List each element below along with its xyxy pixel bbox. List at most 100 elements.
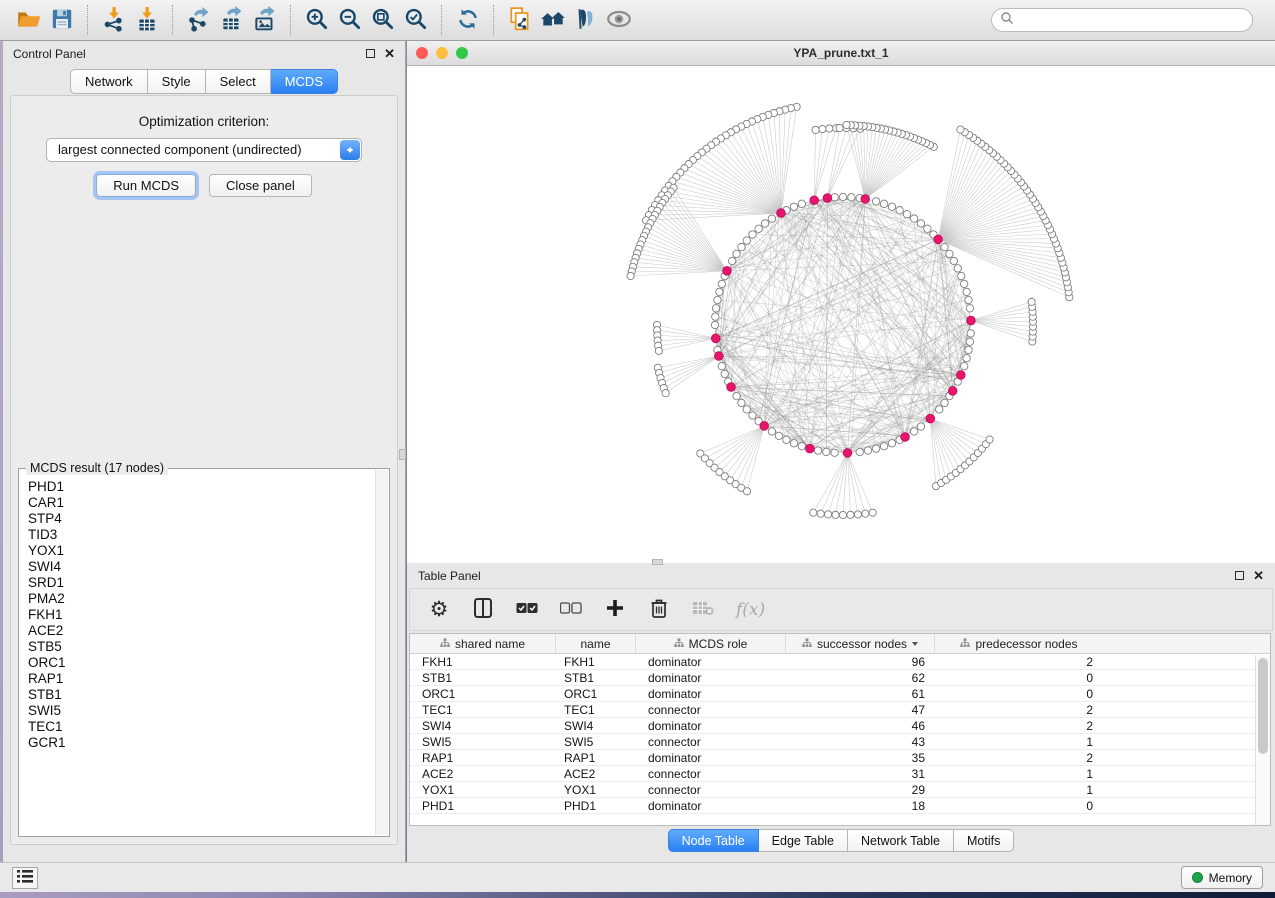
graph-satellite-node[interactable]	[810, 509, 817, 516]
first-neighbors-button[interactable]	[536, 4, 569, 37]
horizontal-splitter-handle[interactable]	[652, 559, 663, 565]
graph-dominator-node[interactable]	[967, 316, 976, 325]
graph-node[interactable]	[749, 231, 756, 238]
graph-dominator-node[interactable]	[957, 371, 966, 380]
graph-node[interactable]	[950, 257, 957, 264]
vertical-splitter-handle[interactable]	[399, 449, 406, 460]
table-row[interactable]: ORC1ORC1dominator610	[410, 686, 1270, 702]
graph-satellite-node[interactable]	[819, 125, 826, 132]
tab-network-table[interactable]: Network Table	[848, 829, 954, 852]
table-row[interactable]: TEC1TEC1connector472	[410, 702, 1270, 718]
graph-node[interactable]	[775, 432, 782, 439]
graph-satellite-node[interactable]	[839, 511, 846, 518]
delete-table-button[interactable]	[692, 596, 714, 624]
graph-node[interactable]	[733, 250, 740, 257]
import-table-button[interactable]	[130, 4, 163, 37]
export-table-button[interactable]	[215, 4, 248, 37]
mcds-result-item[interactable]: PHD1	[28, 479, 375, 495]
export-network-button[interactable]	[182, 4, 215, 37]
graph-dominator-node[interactable]	[810, 196, 819, 205]
mcds-result-item[interactable]: FKH1	[28, 607, 375, 623]
tab-style[interactable]: Style	[148, 69, 206, 94]
graph-dominator-node[interactable]	[760, 422, 769, 431]
mcds-result-item[interactable]: TID3	[28, 527, 375, 543]
graph-satellite-node[interactable]	[854, 511, 861, 518]
graph-node[interactable]	[966, 338, 973, 345]
graph-dominator-node[interactable]	[926, 414, 935, 423]
graph-dominator-node[interactable]	[934, 235, 943, 244]
close-panel-icon[interactable]: ✕	[384, 49, 395, 59]
graph-satellite-node[interactable]	[843, 121, 850, 128]
graph-node[interactable]	[733, 392, 740, 399]
tab-select[interactable]: Select	[206, 69, 271, 94]
graph-node[interactable]	[814, 447, 821, 454]
graph-dominator-node[interactable]	[901, 433, 910, 442]
mcds-result-item[interactable]: ACE2	[28, 623, 375, 639]
graph-node[interactable]	[888, 203, 895, 210]
graph-node[interactable]	[967, 330, 974, 337]
search-input[interactable]	[1014, 10, 1252, 30]
table-row[interactable]: PHD1PHD1dominator180	[410, 798, 1270, 814]
tab-node-table[interactable]: Node Table	[668, 829, 759, 852]
graph-node[interactable]	[712, 313, 719, 320]
graph-dominator-node[interactable]	[777, 209, 786, 218]
graph-satellite-node[interactable]	[986, 436, 993, 443]
mcds-result-item[interactable]: GCR1	[28, 735, 375, 751]
column-header-shared-name[interactable]: shared name	[410, 634, 556, 653]
graph-node[interactable]	[738, 243, 745, 250]
zoom-selected-button[interactable]	[399, 4, 432, 37]
run-mcds-button[interactable]: Run MCDS	[96, 174, 196, 197]
graph-node[interactable]	[888, 440, 895, 447]
graph-node[interactable]	[755, 225, 762, 232]
search-field[interactable]	[991, 8, 1253, 32]
mcds-result-item[interactable]: STP4	[28, 511, 375, 527]
network-canvas[interactable]	[407, 66, 1275, 563]
graph-satellite-node[interactable]	[847, 511, 854, 518]
graph-node[interactable]	[768, 428, 775, 435]
column-header-predecessor-nodes[interactable]: predecessor nodes	[935, 634, 1103, 653]
mcds-list-scrollbar[interactable]	[375, 470, 388, 835]
mcds-result-item[interactable]: SWI5	[28, 703, 375, 719]
graph-node[interactable]	[896, 207, 903, 214]
mcds-result-item[interactable]: PMA2	[28, 591, 375, 607]
mcds-result-item[interactable]: TEC1	[28, 719, 375, 735]
float-panel-icon[interactable]	[1235, 571, 1244, 580]
graph-satellite-node[interactable]	[655, 347, 662, 354]
graph-node[interactable]	[831, 449, 838, 456]
graph-dominator-node[interactable]	[823, 194, 832, 203]
window-minimize-traffic-light[interactable]	[436, 47, 448, 59]
graph-dominator-node[interactable]	[727, 383, 736, 392]
zoom-in-button[interactable]	[300, 4, 333, 37]
graph-node[interactable]	[941, 243, 948, 250]
graph-node[interactable]	[961, 362, 968, 369]
zoom-fit-button[interactable]	[366, 4, 399, 37]
graph-node[interactable]	[946, 250, 953, 257]
graph-node[interactable]	[798, 200, 805, 207]
window-zoom-traffic-light[interactable]	[456, 47, 468, 59]
save-session-button[interactable]	[45, 4, 78, 37]
tab-edge-table[interactable]: Edge Table	[759, 829, 848, 852]
graph-satellite-node[interactable]	[812, 126, 819, 133]
close-mcds-panel-button[interactable]: Close panel	[209, 174, 312, 197]
zoom-out-button[interactable]	[333, 4, 366, 37]
graph-satellite-node[interactable]	[627, 272, 634, 279]
refresh-view-button[interactable]	[451, 4, 484, 37]
graph-node[interactable]	[790, 440, 797, 447]
graph-node[interactable]	[965, 346, 972, 353]
graph-node[interactable]	[718, 362, 725, 369]
toggle-style-button[interactable]	[569, 4, 602, 37]
graph-node[interactable]	[728, 257, 735, 264]
column-chooser-button[interactable]	[472, 596, 494, 624]
graph-node[interactable]	[880, 443, 887, 450]
graph-satellite-node[interactable]	[826, 125, 833, 132]
graph-node[interactable]	[743, 406, 750, 413]
graph-node[interactable]	[966, 305, 973, 312]
graph-node[interactable]	[823, 448, 830, 455]
tab-motifs[interactable]: Motifs	[954, 829, 1014, 852]
graph-node[interactable]	[848, 194, 855, 201]
table-row[interactable]: ACE2ACE2connector311	[410, 766, 1270, 782]
tab-mcds[interactable]: MCDS	[271, 69, 338, 94]
graph-node[interactable]	[917, 423, 924, 430]
graph-satellite-node[interactable]	[836, 124, 843, 131]
table-scrollbar[interactable]	[1255, 655, 1270, 825]
